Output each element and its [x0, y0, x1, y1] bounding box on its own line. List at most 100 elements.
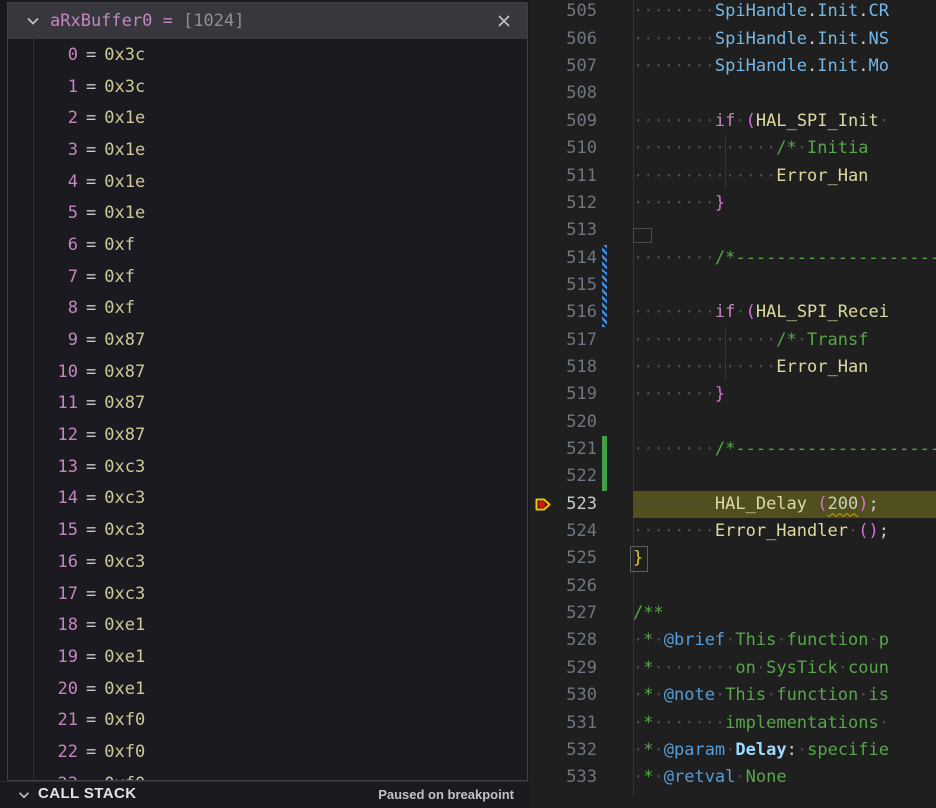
line-number[interactable]: 532 [530, 737, 597, 764]
code-line[interactable]: 517··············/*·Transf [530, 327, 936, 354]
code-line[interactable]: 507········SpiHandle.Init.Mo [530, 53, 936, 80]
git-modified-indicator[interactable] [602, 299, 607, 326]
array-element-row[interactable]: 13=0xc3 [8, 451, 527, 483]
code-line[interactable]: 513 [530, 217, 936, 244]
array-element-row[interactable]: 22=0xf0 [8, 736, 527, 768]
array-element-row[interactable]: 2=0x1e [8, 102, 527, 134]
variable-popup-header[interactable]: aRxBuffer0 = [1024] [8, 3, 527, 39]
array-element-row[interactable]: 6=0xf [8, 229, 527, 261]
code-line[interactable]: 519········} [530, 381, 936, 408]
code-line[interactable]: 523········HAL_Delay·(200); [530, 491, 936, 518]
code-line[interactable]: 508 [530, 80, 936, 107]
line-number[interactable]: 520 [530, 409, 597, 436]
array-element-row[interactable]: 20=0xe1 [8, 673, 527, 705]
line-number[interactable]: 516 [530, 299, 597, 326]
line-number[interactable]: 524 [530, 518, 597, 545]
code-line[interactable]: 509········if·(HAL_SPI_Init· [530, 108, 936, 135]
code-line[interactable]: 532·*·@param·Delay:·specifie [530, 737, 936, 764]
git-added-indicator[interactable] [602, 436, 607, 463]
code-line[interactable]: 514········/*------------------------ [530, 245, 936, 272]
line-number[interactable]: 522 [530, 463, 597, 490]
array-element-row[interactable]: 10=0x87 [8, 356, 527, 388]
code-line[interactable]: 528·*·@brief·This·function·p [530, 627, 936, 654]
array-element-row[interactable]: 17=0xc3 [8, 578, 527, 610]
chevron-down-icon[interactable] [24, 12, 42, 30]
line-number[interactable]: 518 [530, 354, 597, 381]
array-element-row[interactable]: 15=0xc3 [8, 514, 527, 546]
git-modified-indicator[interactable] [602, 245, 607, 272]
code-line[interactable]: 521········/*------------------------ [530, 436, 936, 463]
array-element-row[interactable]: 7=0xf [8, 261, 527, 293]
line-number[interactable]: 506 [530, 26, 597, 53]
array-element-row[interactable]: 16=0xc3 [8, 546, 527, 578]
line-number[interactable]: 529 [530, 655, 597, 682]
code-line[interactable]: 522 [530, 463, 936, 490]
array-element-row[interactable]: 14=0xc3 [8, 483, 527, 515]
code-line[interactable]: 526 [530, 573, 936, 600]
line-number[interactable]: 528 [530, 627, 597, 654]
line-number[interactable]: 513 [530, 217, 597, 244]
whitespace-dots: · [633, 713, 643, 733]
code-line[interactable]: 531·*·······implementations· [530, 710, 936, 737]
array-element-row[interactable]: 19=0xe1 [8, 641, 527, 673]
code-line[interactable]: 516········if·(HAL_SPI_Recei [530, 299, 936, 326]
line-number[interactable]: 533 [530, 764, 597, 791]
element-equals: = [86, 615, 96, 635]
code-line[interactable]: 506········SpiHandle.Init.NS [530, 26, 936, 53]
line-number[interactable]: 527 [530, 600, 597, 627]
line-number[interactable]: 521 [530, 436, 597, 463]
line-number[interactable]: 509 [530, 108, 597, 135]
chevron-down-icon[interactable] [16, 787, 32, 808]
line-number[interactable]: 508 [530, 80, 597, 107]
code-line[interactable]: 525} [530, 545, 936, 572]
code-line[interactable]: 518··············Error_Han [530, 354, 936, 381]
line-number[interactable]: 525 [530, 545, 597, 572]
line-number[interactable]: 505 [530, 0, 597, 26]
array-element-row[interactable]: 0=0x3c [8, 39, 527, 71]
code-line[interactable]: 533·*·@retval·None [530, 764, 936, 791]
code-line[interactable]: 505········SpiHandle.Init.CR [530, 0, 936, 26]
call-stack-section-header[interactable]: CALL STACK Paused on breakpoint [0, 781, 530, 808]
code-line[interactable]: 511··············Error_Han [530, 163, 936, 190]
code-line[interactable]: 530·*·@note·This·function·is [530, 682, 936, 709]
code-line[interactable]: 512········} [530, 190, 936, 217]
close-icon[interactable] [495, 12, 513, 30]
code-line[interactable]: 529·*········on·SysTick·coun [530, 655, 936, 682]
line-number[interactable]: 514 [530, 245, 597, 272]
array-element-row[interactable]: 5=0x1e [8, 197, 527, 229]
code-line[interactable]: 527/** [530, 600, 936, 627]
array-element-row[interactable]: 8=0xf [8, 293, 527, 325]
whitespace-dots: · [725, 740, 735, 760]
array-element-row[interactable]: 4=0x1e [8, 166, 527, 198]
element-equals: = [86, 77, 96, 97]
line-number[interactable]: 526 [530, 573, 597, 600]
line-number[interactable]: 507 [530, 53, 597, 80]
line-number[interactable]: 512 [530, 190, 597, 217]
git-modified-indicator[interactable] [602, 272, 607, 299]
array-element-row[interactable]: 11=0x87 [8, 388, 527, 420]
whitespace-dots: ········ [633, 56, 715, 76]
code-line[interactable]: 520 [530, 409, 936, 436]
code-token: Mo [868, 56, 888, 76]
array-element-row[interactable]: 1=0x3c [8, 71, 527, 103]
whitespace-dots: · [766, 685, 776, 705]
array-element-row[interactable]: 3=0x1e [8, 134, 527, 166]
line-number[interactable]: 510 [530, 135, 597, 162]
code-line[interactable]: 510··············/*·Initia [530, 135, 936, 162]
git-added-indicator[interactable] [602, 463, 607, 490]
array-element-row[interactable]: 9=0x87 [8, 324, 527, 356]
line-number[interactable]: 530 [530, 682, 597, 709]
paused-breakpoint-arrow-icon[interactable] [533, 494, 554, 519]
line-number[interactable]: 531 [530, 710, 597, 737]
array-element-row[interactable]: 21=0xf0 [8, 704, 527, 736]
array-element-row[interactable]: 23=0xf0 [8, 768, 527, 780]
code-line[interactable]: 524········Error_Handler·(); [530, 518, 936, 545]
code-editor[interactable]: 505········SpiHandle.Init.CR506········S… [530, 0, 936, 796]
array-element-row[interactable]: 12=0x87 [8, 419, 527, 451]
code-line[interactable]: 515 [530, 272, 936, 299]
line-number[interactable]: 519 [530, 381, 597, 408]
line-number[interactable]: 511 [530, 163, 597, 190]
line-number[interactable]: 515 [530, 272, 597, 299]
line-number[interactable]: 517 [530, 327, 597, 354]
array-element-row[interactable]: 18=0xe1 [8, 609, 527, 641]
